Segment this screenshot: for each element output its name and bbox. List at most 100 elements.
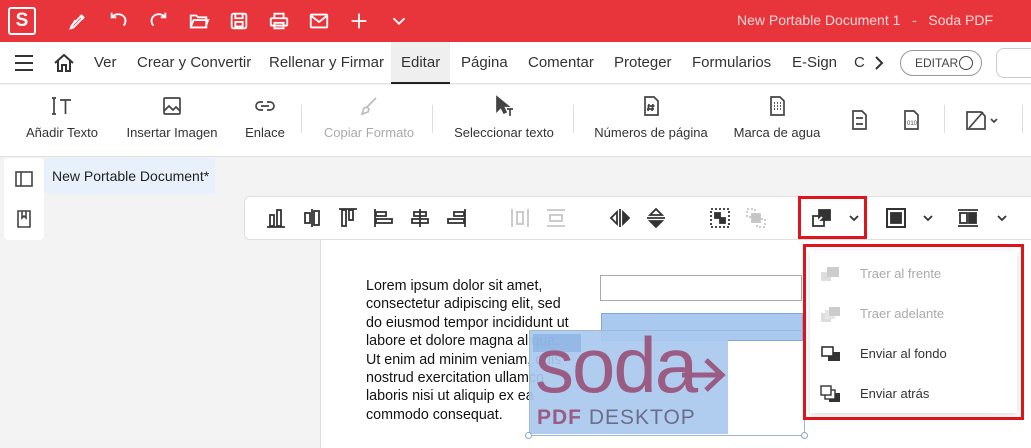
ribbon-divider <box>573 105 574 133</box>
tab-proteger[interactable]: Proteger <box>614 42 672 84</box>
image-icon <box>163 97 181 115</box>
arrange-dropdown-menu: Traer al frente Traer adelante Enviar al… <box>810 251 1017 413</box>
hamburger-menu-icon[interactable] <box>14 54 34 72</box>
title-bar: S New Portable Document 1 - Soda PDF <box>0 0 1031 42</box>
bates-button[interactable]: 010 <box>898 85 924 157</box>
align-center-icon[interactable] <box>409 207 431 229</box>
distribute-horizontal-icon[interactable] <box>509 207 531 229</box>
ribbon-divider <box>944 105 945 133</box>
open-folder-icon[interactable] <box>187 9 211 33</box>
link-label: Enlace <box>245 125 285 140</box>
tab-comentar[interactable]: Comentar <box>528 42 594 84</box>
arrange-dropdown-highlight: Traer al frente Traer adelante Enviar al… <box>803 244 1024 420</box>
chevron-right-icon[interactable] <box>872 55 886 71</box>
copy-format-label: Copiar Formato <box>323 125 415 140</box>
mail-icon[interactable] <box>307 9 331 33</box>
menu-item-label: Enviar atrás <box>860 386 930 401</box>
document-tab[interactable]: New Portable Document* <box>44 158 215 194</box>
send-to-back-icon <box>821 346 840 361</box>
menu-item-label: Traer adelante <box>860 306 945 321</box>
text-cursor-icon <box>52 97 71 115</box>
flip-horizontal-icon[interactable] <box>609 207 631 229</box>
arrange-order-highlight <box>798 196 867 239</box>
ungroup-icon[interactable] <box>745 207 767 229</box>
ribbon-divider <box>1022 105 1023 133</box>
group-icon[interactable] <box>709 207 731 229</box>
send-backward-icon <box>820 385 840 402</box>
plus-icon[interactable] <box>347 9 371 33</box>
align-left-icon[interactable] <box>373 207 395 229</box>
distribute-vertical-icon[interactable] <box>545 207 567 229</box>
panel-toggle-icon[interactable] <box>15 170 33 188</box>
undo-icon[interactable] <box>107 9 131 33</box>
align-bottom-icon[interactable] <box>265 207 287 229</box>
watermark-label: Marca de agua <box>733 125 821 140</box>
tab-crear-y-convertir[interactable]: Crear y Convertir <box>137 42 251 84</box>
arrange-toolbar <box>244 196 1031 240</box>
menu-item-bring-to-front[interactable]: Traer al frente <box>820 259 1015 289</box>
selection-frame <box>529 330 805 436</box>
soda-logo[interactable]: S <box>8 7 36 35</box>
add-text-label: Añadir Texto <box>25 125 99 140</box>
insert-image-label: Insertar Imagen <box>126 125 218 140</box>
home-icon[interactable] <box>53 53 75 73</box>
border-style-icon[interactable] <box>885 207 907 229</box>
select-text-button[interactable]: Seleccionar texto <box>452 85 556 157</box>
wrap-style-icon[interactable] <box>957 207 979 229</box>
watermark-button[interactable]: Marca de agua <box>732 85 822 157</box>
chevron-down-icon[interactable] <box>996 211 1008 223</box>
ribbon-divider <box>432 105 433 133</box>
header-footer-icon <box>852 110 867 130</box>
form-text-field[interactable] <box>600 275 802 301</box>
bring-to-front-icon <box>821 267 839 281</box>
window-title: New Portable Document 1 - Soda PDF <box>737 12 993 28</box>
tab-rellenar-y-firmar[interactable]: Rellenar y Firmar <box>269 42 384 84</box>
editar-toggle-label: EDITAR <box>915 56 959 70</box>
bookmark-icon[interactable] <box>15 210 33 228</box>
copy-format-button[interactable]: Copiar Formato <box>323 85 415 157</box>
menu-item-send-backward[interactable]: Enviar atrás <box>820 379 1015 409</box>
chevron-down-icon[interactable] <box>387 9 411 33</box>
tab-editar[interactable]: Editar <box>391 42 451 84</box>
chevron-down-icon[interactable] <box>922 211 934 223</box>
flip-vertical-icon[interactable] <box>645 207 667 229</box>
link-button[interactable]: Enlace <box>244 85 286 157</box>
redo-icon[interactable] <box>146 9 170 33</box>
ribbon-divider <box>301 105 302 133</box>
edit-ribbon: Añadir Texto Insertar Imagen Enlace Copi… <box>0 85 1031 157</box>
align-middle-vertical-icon[interactable] <box>301 207 323 229</box>
bring-forward-icon <box>821 307 840 322</box>
insert-image-button[interactable]: Insertar Imagen <box>124 85 220 157</box>
add-text-button[interactable]: Añadir Texto <box>22 85 102 157</box>
toggle-knob <box>959 56 973 70</box>
select-text-label: Seleccionar texto <box>454 125 554 140</box>
svg-text:010: 010 <box>907 121 918 127</box>
resize-handle[interactable] <box>525 432 532 439</box>
pen-icon[interactable] <box>66 9 90 33</box>
menu-item-bring-forward[interactable]: Traer adelante <box>820 299 1015 329</box>
tab-pagina[interactable]: Página <box>461 42 508 84</box>
menu-item-label: Traer al frente <box>860 266 942 281</box>
search-input[interactable] <box>996 48 1031 78</box>
print-icon[interactable] <box>267 9 291 33</box>
resize-handle[interactable] <box>801 432 808 439</box>
save-icon[interactable] <box>227 9 251 33</box>
redact-icon <box>966 111 998 130</box>
redact-button[interactable] <box>962 85 1002 157</box>
menu-item-label: Enviar al fondo <box>860 346 947 361</box>
align-top-icon[interactable] <box>337 207 359 229</box>
menu-item-send-to-back[interactable]: Enviar al fondo <box>820 339 1015 369</box>
tab-formularios[interactable]: Formularios <box>692 42 771 84</box>
side-panel <box>4 158 44 240</box>
tab-e-sign[interactable]: E-Sign <box>792 42 837 84</box>
page-number-icon <box>644 96 659 116</box>
watermark-icon <box>770 96 785 116</box>
tab-truncated[interactable]: C <box>854 42 865 84</box>
page-numbers-button[interactable]: Números de página <box>594 85 708 157</box>
editar-toggle[interactable]: EDITAR <box>900 50 982 76</box>
brush-icon <box>360 97 377 116</box>
align-right-icon[interactable] <box>445 207 467 229</box>
tab-ver[interactable]: Ver <box>94 42 117 84</box>
menu-bar: Ver Crear y Convertir Rellenar y Firmar … <box>0 42 1031 84</box>
header-footer-button[interactable] <box>846 85 872 157</box>
